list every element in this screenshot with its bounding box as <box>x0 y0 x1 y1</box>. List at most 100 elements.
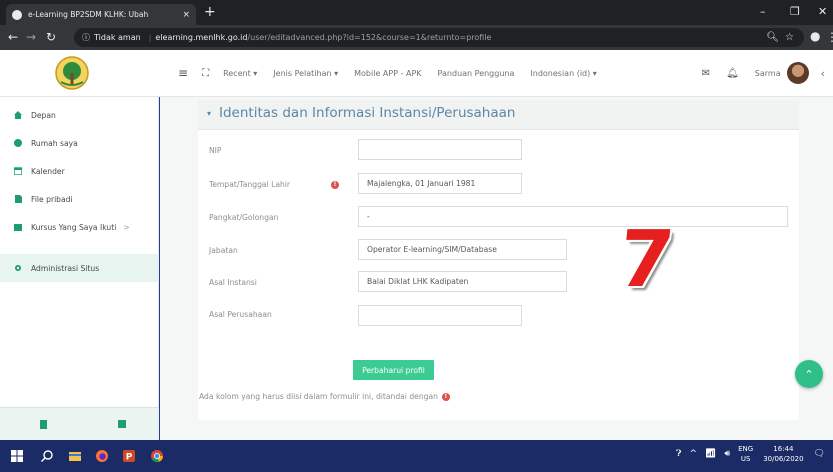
svg-text:P: P <box>126 453 133 463</box>
chevron-right-icon: > <box>123 222 130 232</box>
notifications-icon[interactable]: 🔔︎ <box>726 68 739 79</box>
user-name[interactable]: Sarma <box>755 69 781 78</box>
info-icon[interactable]: ⓘ <box>82 32 90 43</box>
company-input[interactable] <box>358 305 522 326</box>
sidebar-item-label: Kursus Yang Saya Ikuti <box>31 222 117 232</box>
sidebar-item-depan[interactable]: Depan <box>0 101 159 129</box>
maximize-icon[interactable]: ❐ <box>790 5 800 18</box>
required-icon: ! <box>331 181 339 189</box>
help-icon[interactable]: ❓︎ <box>676 449 681 459</box>
required-note-text: Ada kolom yang harus diisi dalam formuli… <box>199 392 438 401</box>
profile-form: ▾ Identitas dan Informasi Instansi/Perus… <box>198 100 799 420</box>
fullscreen-icon[interactable]: ⛶ <box>202 68 209 79</box>
url-separator: | <box>148 33 152 42</box>
menu-mobile-app[interactable]: Mobile APP - APK <box>354 69 421 78</box>
sidebar-item-label: Administrasi Situs <box>31 263 100 273</box>
menu-jenis-pelatihan[interactable]: Jenis Pelatihan ▾ <box>273 69 338 78</box>
browser-tools-icons[interactable]: 🔍︎☆ <box>766 32 800 43</box>
required-icon: ! <box>441 392 450 401</box>
firefox-icon[interactable] <box>95 449 109 463</box>
field-label-asal-perusahaan: Asal Perusahaan <box>209 310 272 319</box>
step-number-overlay: 7 <box>614 215 679 305</box>
nip-input[interactable] <box>358 139 522 160</box>
window-close-icon[interactable]: ✕ <box>818 5 827 18</box>
tray-overflow-icon[interactable]: ^ <box>689 449 697 459</box>
minimize-icon[interactable]: – <box>760 5 766 18</box>
clock-time: 16:44 <box>773 445 794 453</box>
required-note: Ada kolom yang harus diisi dalam formuli… <box>199 392 450 401</box>
collapse-caret-icon[interactable]: ▾ <box>207 109 211 118</box>
browser-menu-icon[interactable]: ⋮ <box>826 30 833 44</box>
menu-panduan[interactable]: Panduan Pengguna <box>438 69 515 78</box>
file-explorer-icon[interactable] <box>68 449 82 463</box>
new-tab-button[interactable]: + <box>204 5 216 19</box>
birth-place-date-input[interactable]: Majalengka, 01 Januari 1981 <box>358 173 522 194</box>
system-tray: ❓︎ ^ 📶︎ 🔊︎ ENG US 16:44 30/06/2020 🗨︎ <box>676 444 825 464</box>
sidebar: Depan Rumah saya Kalender File pribadi K… <box>0 97 159 440</box>
field-label-asal-instansi: Asal Instansi <box>209 278 257 287</box>
field-label-pangkat-golongan: Pangkat/Golongan <box>209 213 279 222</box>
forward-icon[interactable]: → <box>26 30 36 44</box>
field-label-nip: NIP <box>209 146 222 155</box>
input-language[interactable]: ENG US <box>738 444 753 464</box>
block-icon[interactable] <box>118 420 126 428</box>
clock-date: 30/06/2020 <box>763 455 804 463</box>
back-icon[interactable]: ← <box>8 30 18 44</box>
klhk-logo[interactable] <box>55 56 89 90</box>
sidebar-item-file-pribadi[interactable]: File pribadi <box>0 185 159 213</box>
main-menu: ≡ ⛶ Recent ▾ Jenis Pelatihan ▾ Mobile AP… <box>178 66 613 80</box>
windows-start-icon[interactable] <box>10 449 24 463</box>
reload-icon[interactable]: ↻ <box>46 30 56 44</box>
messages-icon[interactable]: ✉ <box>702 68 710 79</box>
home-icon <box>14 111 22 119</box>
institution-input[interactable]: Balai Diklat LHK Kadipaten <box>358 271 567 292</box>
search-icon[interactable] <box>40 449 54 463</box>
url-path: /user/editadvanced.php?id=152&course=1&r… <box>247 33 492 42</box>
hamburger-menu-icon[interactable]: ≡ <box>178 66 188 80</box>
dashboard-icon <box>14 139 22 147</box>
browser-toolbar: ← → ↻ ⓘ Tidak aman | elearning.menlhk.go… <box>0 25 833 50</box>
sidebar-item-label: File pribadi <box>31 194 73 204</box>
user-nav: ✉ 🔔︎ Sarma ‹ <box>702 62 833 84</box>
clock[interactable]: 16:44 30/06/2020 <box>763 444 803 464</box>
avatar[interactable] <box>786 62 809 84</box>
menu-recent[interactable]: Recent ▾ <box>223 69 257 78</box>
action-center-icon[interactable]: 🗨︎ <box>814 449 825 459</box>
sidebar-item-kalender[interactable]: Kalender <box>0 157 159 185</box>
windows-taskbar: P ❓︎ ^ 📶︎ 🔊︎ ENG US 16:44 30/06/2020 🗨︎ <box>0 440 833 472</box>
sidebar-item-label: Rumah saya <box>31 138 78 148</box>
url-host: elearning.menlhk.go.id <box>155 33 248 42</box>
profile-icon[interactable]: ● <box>810 29 820 43</box>
folder-icon <box>14 224 22 231</box>
powerpoint-icon[interactable]: P <box>122 449 136 463</box>
menu-language[interactable]: Indonesian (id) ▾ <box>530 69 596 78</box>
sidebar-footer <box>0 407 159 440</box>
section-header[interactable]: ▾ Identitas dan Informasi Instansi/Perus… <box>198 100 799 130</box>
section-title: Identitas dan Informasi Instansi/Perusah… <box>219 105 516 121</box>
sidebar-item-kursus[interactable]: Kursus Yang Saya Ikuti > <box>0 213 159 241</box>
position-input[interactable]: Operator E-learning/SIM/Database <box>358 239 567 260</box>
sidebar-item-administrasi-situs[interactable]: Administrasi Situs <box>0 254 159 282</box>
not-secure-label: Tidak aman <box>94 33 141 42</box>
tab-title: e-Learning BP2SDM KLHK: Ubah <box>28 10 149 19</box>
document-icon[interactable] <box>40 420 47 429</box>
drawer-toggle-icon[interactable]: ‹ <box>821 67 825 80</box>
field-label-jabatan: Jabatan <box>209 246 238 255</box>
sidebar-item-rumah-saya[interactable]: Rumah saya <box>0 129 159 157</box>
site-favicon-icon <box>12 9 22 20</box>
field-label-tempat-tanggal-lahir: Tempat/Tanggal Lahir <box>209 180 291 189</box>
tab-close-icon[interactable]: × <box>182 10 190 20</box>
rank-input[interactable]: - <box>358 206 788 227</box>
sidebar-item-label: Depan <box>31 110 56 120</box>
browser-tab[interactable]: e-Learning BP2SDM KLHK: Ubah × <box>6 4 196 25</box>
sidebar-item-label: Kalender <box>31 166 65 176</box>
language-code: ENG <box>738 445 754 453</box>
network-icon[interactable]: 📶︎ <box>705 449 716 459</box>
update-profile-button[interactable]: Perbaharui profil <box>353 360 434 380</box>
scroll-to-top-button[interactable]: ⌃ <box>795 360 823 388</box>
address-bar[interactable]: ⓘ Tidak aman | elearning.menlhk.go.id /u… <box>74 28 804 47</box>
region-code: US <box>740 455 751 463</box>
volume-icon[interactable]: 🔊︎ <box>724 449 730 459</box>
menu-language-label: Indonesian (id) <box>530 68 591 78</box>
chrome-icon[interactable] <box>150 449 164 463</box>
